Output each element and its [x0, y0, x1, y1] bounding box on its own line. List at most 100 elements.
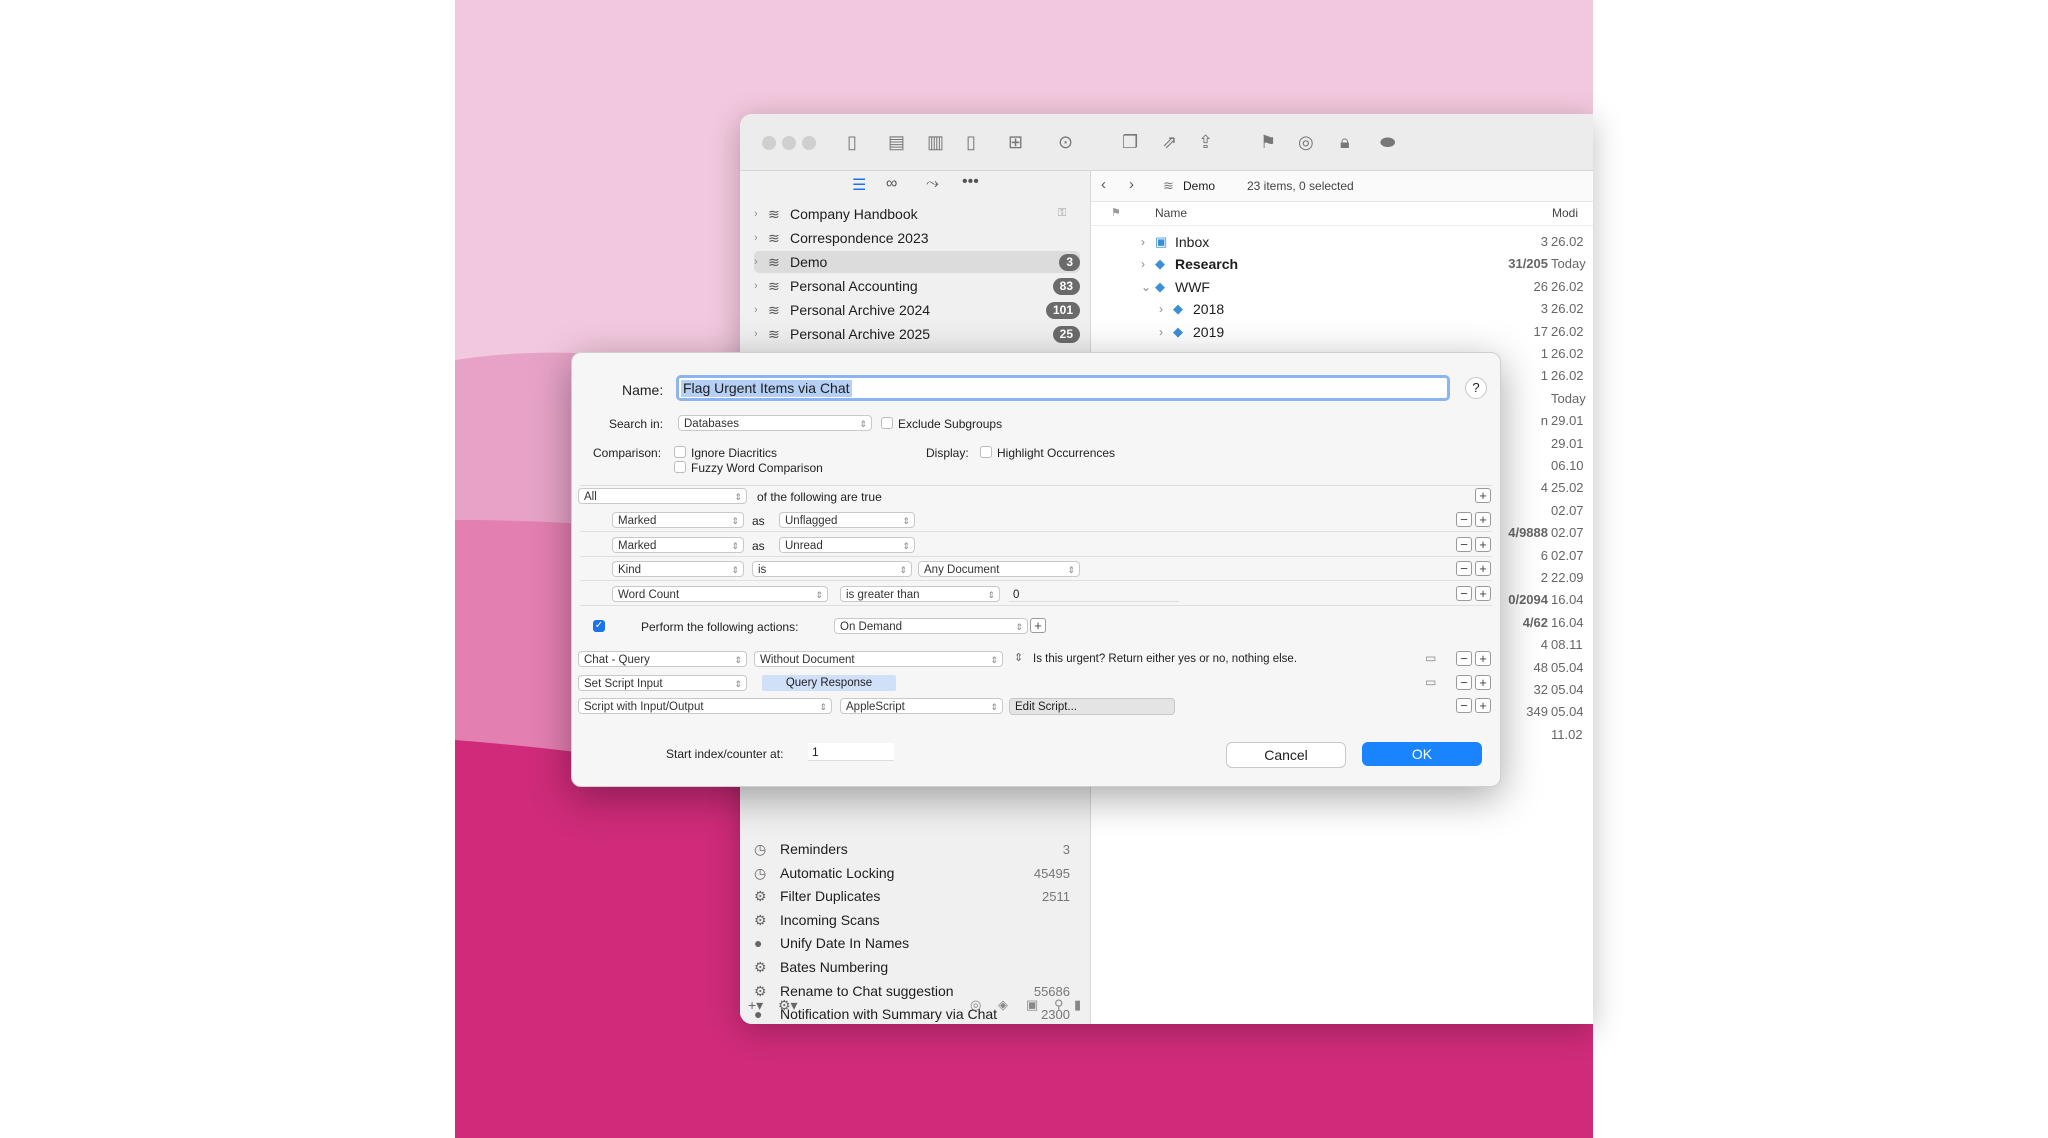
edit-text-icon[interactable]: ▭ — [1425, 675, 1436, 689]
image-icon[interactable]: ▣ — [1026, 997, 1038, 1013]
remove-action-button[interactable]: − — [1456, 675, 1472, 690]
remove-criterion-button[interactable]: − — [1456, 561, 1472, 577]
open-external-icon[interactable]: ⇗ — [1162, 132, 1177, 153]
list-item[interactable]: › ◆ 2019 17 26.02 — [1091, 321, 1593, 343]
chevron-icon[interactable]: › — [1159, 321, 1163, 343]
list-item[interactable]: › ▣ Inbox 3 26.02 — [1091, 231, 1593, 253]
chevron-right-icon[interactable]: › — [754, 227, 768, 249]
sidebar-database-item[interactable]: › ≋ Demo 3 — [754, 251, 1080, 273]
smart-rule-item[interactable]: ⚙ Bates Numbering — [754, 956, 1080, 979]
criterion-field-popup[interactable]: Kind — [612, 561, 744, 578]
add-action-button[interactable]: + — [1475, 698, 1491, 713]
list-item[interactable]: › ◆ Research 31/205 Today — [1091, 253, 1593, 275]
name-field[interactable]: Flag Urgent Items via Chat — [676, 375, 1450, 401]
ok-button[interactable]: OK — [1362, 742, 1482, 766]
more-actions-icon[interactable]: ⊙ — [1058, 132, 1073, 153]
ignore-diacritics-checkbox[interactable] — [674, 446, 686, 458]
chevron-icon[interactable]: › — [1141, 253, 1145, 275]
toggle-pill-icon[interactable]: ⬬ — [1380, 132, 1395, 153]
smart-rule-item[interactable]: ● Unify Date In Names — [754, 932, 1080, 955]
add-criterion-button[interactable]: + — [1475, 561, 1491, 577]
action-type-popup[interactable]: Script with Input/Output — [578, 698, 832, 714]
criterion-field-popup[interactable]: Marked — [612, 536, 744, 553]
new-item-icon[interactable]: ⊞ — [1008, 132, 1023, 153]
zoom-window-button[interactable] — [802, 136, 816, 150]
add-criterion-button[interactable]: + — [1475, 586, 1491, 602]
action-type-popup[interactable]: Chat - Query — [578, 651, 747, 667]
list-item[interactable]: › ◆ 2018 3 26.02 — [1091, 298, 1593, 320]
chevron-icon[interactable]: ⌄ — [1141, 276, 1151, 298]
criterion-value-popup[interactable]: Unread — [779, 536, 915, 553]
all-any-popup[interactable]: All — [578, 488, 747, 504]
back-icon[interactable]: ‹ — [1101, 176, 1106, 193]
add-action-button[interactable]: + — [1030, 618, 1046, 633]
view-columns-icon[interactable]: ▥ — [927, 132, 944, 153]
stepper-icon[interactable]: ⇕ — [1014, 651, 1023, 664]
add-criterion-button[interactable]: + — [1475, 512, 1491, 527]
sidebar-database-item[interactable]: › ≋ Personal Archive 2025 25 — [754, 323, 1080, 345]
exclude-subgroups-checkbox[interactable] — [881, 417, 893, 429]
circle-icon[interactable]: ◎ — [970, 997, 981, 1013]
edit-text-icon[interactable]: ▭ — [1425, 651, 1436, 665]
action-type-popup[interactable]: Set Script Input — [578, 675, 747, 691]
add-action-button[interactable]: + — [1475, 675, 1491, 690]
view-list-icon[interactable]: ▤ — [888, 132, 905, 153]
smart-rule-item[interactable]: ⚙ Filter Duplicates 2511 — [754, 885, 1080, 908]
add-criterion-button[interactable]: + — [1475, 488, 1491, 503]
smart-rule-item[interactable]: ◷ Automatic Locking 45495 — [754, 862, 1080, 885]
sidebar-database-item[interactable]: › ≋ Personal Accounting 83 — [754, 275, 1080, 297]
forward-icon[interactable]: › — [1129, 176, 1134, 193]
flag-column-icon[interactable]: ⚑ — [1111, 206, 1121, 219]
gear-icon[interactable]: ⚙▾ — [778, 997, 798, 1014]
sidebar-database-item[interactable]: › ≋ Company Handbook — [754, 203, 1080, 225]
sidebar-database-item[interactable]: › ≋ Correspondence 2023 — [754, 227, 1080, 249]
criterion-operator-popup[interactable]: is greater than — [840, 586, 1000, 603]
name-column-header[interactable]: Name — [1155, 206, 1187, 220]
pin-icon[interactable]: ⚲ — [1054, 997, 1064, 1013]
bar-icon[interactable]: ▮ — [1074, 997, 1081, 1013]
list-view-icon[interactable]: ☰ — [852, 175, 866, 195]
add-action-button[interactable]: + — [1475, 651, 1491, 666]
lock-icon[interactable]: 🔒︎ — [1340, 132, 1350, 153]
chevron-right-icon[interactable]: › — [754, 323, 768, 345]
script-type-popup[interactable]: AppleScript — [840, 698, 1003, 714]
remove-criterion-button[interactable]: − — [1456, 536, 1472, 552]
remove-criterion-button[interactable]: − — [1456, 512, 1472, 527]
remove-action-button[interactable]: − — [1456, 651, 1472, 666]
criterion-value-field[interactable]: 0 — [1009, 586, 1179, 603]
close-window-button[interactable] — [762, 136, 776, 150]
new-window-icon[interactable]: ❐ — [1122, 132, 1138, 153]
chevron-right-icon[interactable]: › — [754, 203, 768, 225]
add-criterion-button[interactable]: + — [1475, 536, 1491, 552]
fuzzy-checkbox[interactable] — [674, 461, 686, 473]
chevron-icon[interactable]: › — [1141, 231, 1145, 253]
inspector-toggle-icon[interactable]: ▯ — [966, 132, 976, 153]
perform-popup[interactable]: On Demand — [834, 618, 1028, 634]
highlight-checkbox[interactable] — [980, 446, 992, 458]
search-in-popup[interactable]: Databases — [678, 415, 872, 431]
breadcrumb[interactable]: Demo — [1183, 179, 1215, 193]
chevron-right-icon[interactable]: › — [754, 275, 768, 297]
sidebar-toggle-icon[interactable]: ▯ — [847, 132, 857, 153]
minimize-window-button[interactable] — [782, 136, 796, 150]
smart-rule-item[interactable]: ⚙ Incoming Scans — [754, 909, 1080, 932]
tag-icon[interactable]: ◈ — [998, 997, 1008, 1013]
smart-rule-item[interactable]: ◷ Reminders 3 — [754, 838, 1080, 861]
criterion-value-popup[interactable]: Unflagged — [779, 512, 915, 528]
query-prompt-text[interactable]: Is this urgent? Return either yes or no,… — [1033, 653, 1297, 665]
chevron-icon[interactable]: › — [1159, 298, 1163, 320]
help-button[interactable]: ? — [1465, 377, 1487, 399]
more-icon[interactable]: ••• — [962, 173, 979, 191]
criterion-operator-popup[interactable]: is — [752, 561, 912, 578]
counter-field[interactable]: 1 — [808, 743, 894, 761]
modified-column-header[interactable]: Modi — [1552, 206, 1578, 220]
list-item[interactable]: ⌄ ◆ WWF 26 26.02 — [1091, 276, 1593, 298]
criterion-value-popup[interactable]: Any Document — [918, 561, 1080, 578]
criterion-field-popup[interactable]: Marked — [612, 512, 744, 528]
remove-action-button[interactable]: − — [1456, 698, 1472, 713]
label-icon[interactable]: ◎ — [1298, 132, 1314, 153]
action-param-popup[interactable]: Without Document — [754, 651, 1003, 667]
chevron-right-icon[interactable]: › — [754, 299, 768, 321]
chevron-right-icon[interactable]: › — [754, 251, 768, 273]
edit-script-button[interactable]: Edit Script... — [1009, 698, 1175, 715]
